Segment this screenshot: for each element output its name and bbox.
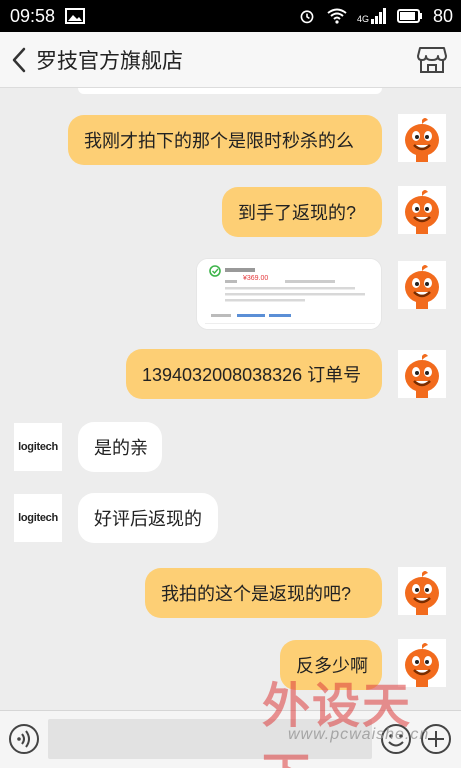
chat-bubble-shop[interactable]: 是的亲 xyxy=(78,422,162,472)
voice-icon[interactable] xyxy=(8,723,40,755)
wifi-icon xyxy=(327,8,347,24)
store-icon[interactable] xyxy=(417,46,447,74)
chat-header: 罗技官方旗舰店 xyxy=(0,32,461,88)
user-avatar-icon[interactable] xyxy=(398,567,446,615)
user-avatar-icon[interactable] xyxy=(398,639,446,687)
chat-bubble-mine[interactable]: 到手了返现的? xyxy=(222,187,382,237)
alarm-icon xyxy=(300,10,314,24)
battery-icon xyxy=(396,9,422,23)
emoji-icon[interactable] xyxy=(380,723,412,755)
status-time: 09:58 xyxy=(10,5,56,26)
plus-icon[interactable] xyxy=(420,723,452,755)
partial-message xyxy=(78,88,382,94)
chevron-left-icon xyxy=(12,47,26,72)
shop-avatar[interactable]: logitech xyxy=(14,494,62,542)
back-button[interactable] xyxy=(4,32,34,88)
chat-bubble-mine[interactable]: 我刚才拍下的那个是限时秒杀的么 xyxy=(68,115,382,165)
user-avatar-icon[interactable] xyxy=(398,350,446,398)
battery-level: 80 xyxy=(432,5,453,26)
page-title: 罗技官方旗舰店 xyxy=(36,49,183,73)
chat-bubble-mine[interactable]: 我拍的这个是返现的吧? xyxy=(145,568,382,618)
shop-avatar[interactable]: logitech xyxy=(14,423,62,471)
signal-icon: 4G xyxy=(357,8,387,24)
gallery-icon xyxy=(65,8,86,24)
chat-bubble-mine[interactable]: 1394032008038326 订单号 xyxy=(126,349,382,399)
order-screenshot-image xyxy=(197,259,381,329)
user-avatar-icon[interactable] xyxy=(398,114,446,162)
chat-bubble-shop[interactable]: 好评后返现的 xyxy=(78,493,218,543)
input-bar xyxy=(0,710,461,768)
status-bar: 09:58 4G 80 xyxy=(0,0,461,32)
user-avatar-icon[interactable] xyxy=(398,261,446,309)
chat-bubble-mine[interactable]: 反多少啊 xyxy=(280,640,382,690)
image-message[interactable]: ¥369.00 xyxy=(196,258,382,330)
message-input[interactable] xyxy=(48,719,372,759)
chat-area[interactable]: 我刚才拍下的那个是限时秒杀的么 到手了返现的? ¥369.00 13940320… xyxy=(0,88,461,710)
user-avatar-icon[interactable] xyxy=(398,186,446,234)
